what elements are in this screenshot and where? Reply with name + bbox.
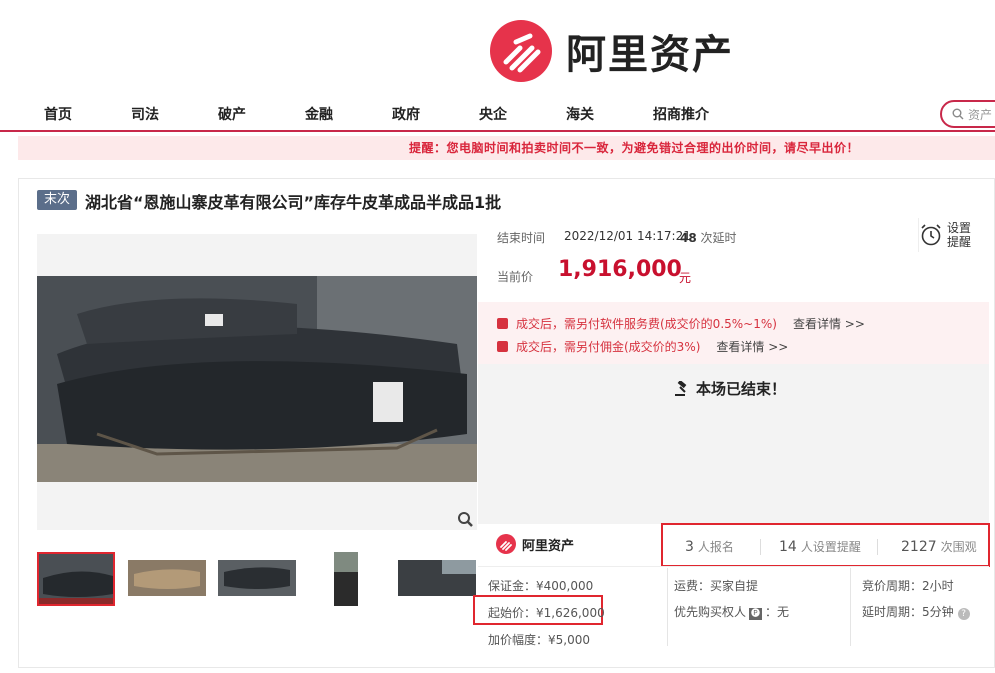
detail-column-divider (667, 568, 668, 646)
fee-detail-link-2[interactable]: 查看详情 >> (716, 338, 788, 355)
stat-reminders-label: 人设置提醒 (800, 540, 861, 554)
stat-divider (760, 539, 761, 555)
help-icon[interactable]: ? (957, 608, 970, 620)
priority-tag-icon[interactable]: 🅟 (749, 608, 763, 620)
extension-cycle-text: 延时周期：5分钟 (862, 605, 954, 619)
fee-notice-2-text: 成交后，需另付佣金(成交价的3%) (516, 340, 701, 354)
fee-notice-1-text: 成交后，需另付软件服务费(成交价的0.5%~1%) (516, 317, 777, 331)
stat-registered-number: 3 (685, 539, 694, 555)
main-photo[interactable] (37, 234, 477, 530)
zoom-icon[interactable] (454, 508, 476, 530)
stat-divider (877, 539, 878, 555)
deposit: 保证金：¥400,000 (488, 579, 594, 593)
nav-central-enterprise[interactable]: 央企 (479, 104, 507, 124)
thumbnail-3[interactable] (218, 552, 296, 606)
stat-views-number: 2127 (901, 539, 937, 555)
bid-increment: 加价幅度：¥5,000 (488, 633, 590, 647)
nav-customs[interactable]: 海关 (566, 104, 594, 124)
end-time-label: 结束时间 (497, 231, 546, 245)
delay-count: 48 次延时 (680, 229, 737, 246)
fee-notice-1: 成交后，需另付软件服务费(成交价的0.5%~1%) 查看详情 >> (497, 315, 865, 332)
fee-notice-box: 成交后，需另付软件服务费(成交价的0.5%~1%) 查看详情 >> 成交后，需另… (478, 302, 989, 364)
fee-detail-link-1[interactable]: 查看详情 >> (793, 315, 865, 332)
delay-count-suffix: 次延时 (700, 231, 737, 245)
current-price-value: 1,916,000 (558, 257, 682, 282)
nav-finance[interactable]: 金融 (305, 104, 333, 124)
footer-logo: 阿里资产 (496, 534, 574, 554)
time-notice: 提醒：您电脑时间和拍卖时间不一致，为避免错过合理的出价时间，请尽早出价！ (18, 136, 995, 160)
stat-views-label: 次围观 (940, 540, 977, 554)
bid-cycle: 竞价周期：2小时 (862, 579, 954, 593)
detail-divider (478, 566, 989, 567)
stat-reminders: 14 人设置提醒 (779, 538, 861, 555)
current-price-unit: 元 (679, 271, 692, 285)
priority-buyer-label: 优先购买权人 (674, 605, 747, 619)
alarm-clock-icon (921, 224, 941, 246)
delay-count-number: 48 (680, 231, 697, 245)
item-title: 湖北省“恩施山寨皮革有限公司”库存牛皮革成品半成品1批 (85, 193, 502, 212)
search-input[interactable]: 资产 (940, 100, 995, 128)
priority-buyer-value: ：无 (765, 605, 790, 619)
stat-registered: 3 人报名 (685, 538, 734, 555)
round-badge: 末次 (37, 190, 77, 210)
shipping: 运费：买家自提 (674, 579, 759, 593)
gift-icon (497, 318, 508, 329)
site-logo[interactable]: 阿里资产 (490, 20, 734, 82)
set-reminder-label: 设置提醒 (947, 221, 972, 249)
thumbnail-5[interactable] (398, 552, 476, 606)
auction-ended-text: 本场已结束！ (696, 380, 787, 398)
priority-buyer: 优先购买权人 🅟 ：无 (674, 603, 789, 620)
current-price-label: 当前价 (497, 270, 534, 284)
detail-column-divider (850, 568, 851, 646)
search-placeholder: 资产 (968, 107, 993, 122)
auction-ended-status: 本场已结束！ (674, 378, 786, 399)
main-nav: 首页 司法 破产 金融 政府 央企 海关 招商推介 (0, 96, 995, 132)
extension-cycle: 延时周期：5分钟? (862, 603, 970, 620)
start-price: 起始价：¥1,626,000 (488, 606, 605, 620)
nav-investment[interactable]: 招商推介 (653, 104, 709, 124)
gavel-icon (675, 380, 687, 396)
logo-text: 阿里资产 (566, 32, 734, 78)
stat-registered-label: 人报名 (697, 540, 734, 554)
thumbnail-1[interactable] (37, 552, 115, 606)
thumbnail-4[interactable] (308, 552, 386, 606)
footer-logo-text: 阿里资产 (522, 538, 575, 554)
logo-mark-icon (496, 534, 516, 554)
thumbnail-2[interactable] (128, 552, 206, 606)
nav-bankruptcy[interactable]: 破产 (218, 104, 246, 124)
set-reminder-button[interactable]: 设置提醒 (918, 218, 978, 252)
fee-notice-2: 成交后，需另付佣金(成交价的3%) 查看详情 >> (497, 338, 788, 355)
nav-government[interactable]: 政府 (392, 104, 420, 124)
stats-box: 3 人报名 14 人设置提醒 2127 次围观 (661, 523, 990, 567)
nav-home[interactable]: 首页 (44, 104, 72, 124)
search-icon (952, 108, 964, 120)
gift-icon (497, 341, 508, 352)
stat-reminders-number: 14 (779, 539, 797, 555)
logo-mark-icon (490, 20, 552, 82)
stat-views: 2127 次围观 (901, 538, 977, 555)
end-time-value: 2022/12/01 14:17:21 (564, 229, 691, 243)
nav-judicial[interactable]: 司法 (131, 104, 159, 124)
